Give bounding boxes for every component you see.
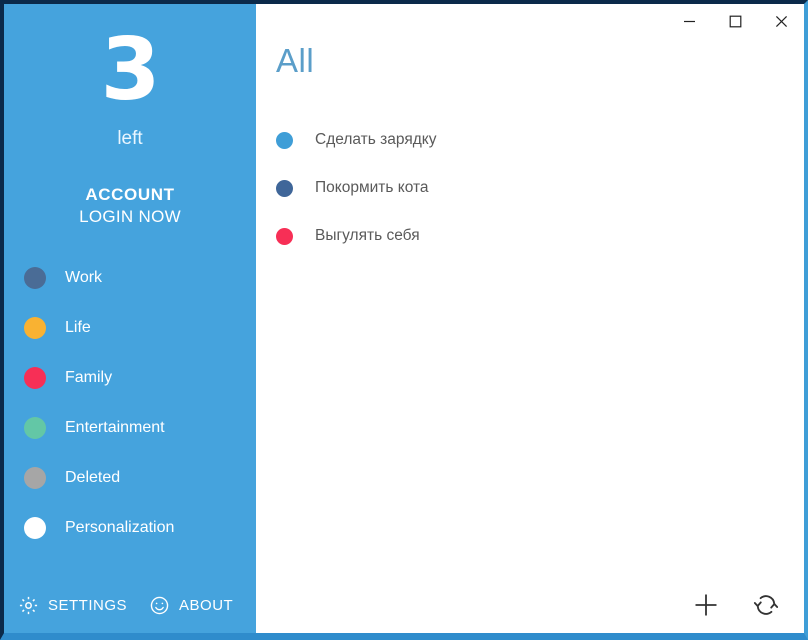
close-icon <box>775 15 787 27</box>
category-color-dot <box>24 266 46 289</box>
remaining-counter: 3 left <box>4 4 256 150</box>
remaining-count: 3 <box>100 20 161 120</box>
category-color-dot <box>24 366 46 389</box>
account-login-button[interactable]: ACCOUNT LOGIN NOW <box>4 184 256 229</box>
task-color-dot <box>276 131 293 149</box>
refresh-icon <box>753 595 779 615</box>
remaining-label: left <box>117 127 143 149</box>
plus-icon <box>695 594 717 616</box>
category-label: Family <box>65 368 113 386</box>
title-bar <box>256 4 804 38</box>
sidebar-item-life[interactable]: Life <box>4 303 256 353</box>
page-title: All <box>276 42 315 79</box>
sidebar-item-work[interactable]: Work <box>4 253 256 303</box>
refresh-button[interactable] <box>750 589 782 621</box>
app-window: 3 left ACCOUNT LOGIN NOW Work Life Famil… <box>0 0 808 640</box>
category-color-dot <box>24 516 46 539</box>
account-label: ACCOUNT <box>85 184 175 204</box>
task-color-dot <box>276 227 293 245</box>
sidebar-item-deleted[interactable]: Deleted <box>4 453 256 503</box>
category-label: Life <box>65 318 91 336</box>
task-color-dot <box>276 179 293 197</box>
category-label: Entertainment <box>65 418 165 436</box>
minimize-button[interactable] <box>666 6 712 36</box>
add-task-button[interactable] <box>690 589 722 621</box>
login-now-label: LOGIN NOW <box>79 207 181 227</box>
main-footer <box>256 577 804 633</box>
about-label: ABOUT <box>179 596 234 614</box>
minimize-icon <box>683 20 695 22</box>
settings-button[interactable]: SETTINGS <box>18 595 127 616</box>
close-button[interactable] <box>758 6 804 36</box>
task-row[interactable]: Выгулять себя <box>256 212 804 260</box>
category-label: Deleted <box>65 468 121 486</box>
sidebar-item-entertainment[interactable]: Entertainment <box>4 403 256 453</box>
task-title: Покормить кота <box>315 179 429 196</box>
gear-icon <box>18 595 39 616</box>
task-title: Выгулять себя <box>315 227 420 244</box>
smiley-icon <box>149 595 170 616</box>
task-list: Сделать зарядку Покормить кота Выгулять … <box>256 116 804 577</box>
about-button[interactable]: ABOUT <box>149 595 233 616</box>
category-list: Work Life Family Entertainment Deleted P <box>4 253 256 577</box>
task-row[interactable]: Сделать зарядку <box>256 116 804 164</box>
maximize-icon <box>729 15 741 27</box>
category-label: Personalization <box>65 518 175 536</box>
settings-label: SETTINGS <box>48 596 128 614</box>
category-color-dot <box>24 416 46 439</box>
sidebar-item-family[interactable]: Family <box>4 353 256 403</box>
sidebar-item-personalization[interactable]: Personalization <box>4 503 256 553</box>
sidebar-footer: SETTINGS ABOUT <box>4 577 256 633</box>
task-title: Сделать зарядку <box>315 131 437 148</box>
maximize-button[interactable] <box>712 6 758 36</box>
category-label: Work <box>65 268 103 286</box>
task-row[interactable]: Покормить кота <box>256 164 804 212</box>
category-color-dot <box>24 466 46 489</box>
sidebar: 3 left ACCOUNT LOGIN NOW Work Life Famil… <box>4 4 256 633</box>
category-color-dot <box>24 316 46 339</box>
main-panel: All Сделать зарядку Покормить кота Выгул… <box>256 4 804 633</box>
